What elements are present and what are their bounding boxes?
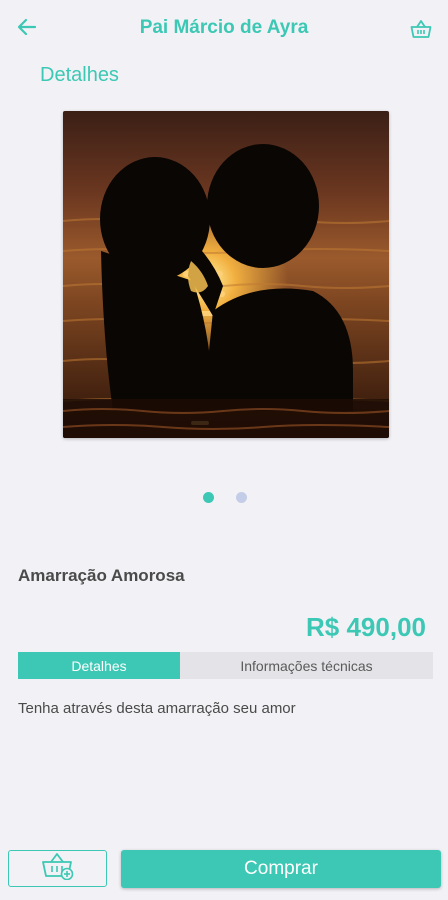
add-to-cart-button[interactable] bbox=[8, 850, 107, 887]
detail-tabs: Detalhes Informações técnicas bbox=[18, 652, 433, 679]
app-title: Pai Márcio de Ayra bbox=[139, 17, 309, 38]
buy-button[interactable]: Comprar bbox=[121, 850, 441, 888]
basket-plus-icon bbox=[41, 852, 75, 885]
cart-button[interactable] bbox=[408, 18, 434, 44]
basket-icon bbox=[410, 19, 432, 44]
product-detail-screen: Pai Márcio de Ayra Detalhes Amarração Am… bbox=[0, 0, 448, 900]
carousel-dot-active[interactable] bbox=[203, 492, 214, 503]
product-image[interactable] bbox=[63, 111, 389, 438]
product-price: R$ 490,00 bbox=[306, 612, 426, 642]
section-title: Detalhes bbox=[40, 64, 119, 86]
product-name: Amarração Amorosa bbox=[18, 566, 185, 585]
product-description: Tenha através desta amarração seu amor bbox=[18, 700, 296, 717]
back-button[interactable] bbox=[10, 12, 44, 46]
tab-informacoes-tecnicas[interactable]: Informações técnicas bbox=[180, 652, 433, 679]
bottom-action-bar: Comprar bbox=[0, 844, 448, 900]
arrow-left-icon bbox=[16, 16, 38, 43]
carousel-dot[interactable] bbox=[236, 492, 247, 503]
tab-detalhes[interactable]: Detalhes bbox=[18, 652, 180, 679]
top-bar: Pai Márcio de Ayra bbox=[0, 0, 448, 60]
carousel-dots bbox=[0, 492, 448, 504]
